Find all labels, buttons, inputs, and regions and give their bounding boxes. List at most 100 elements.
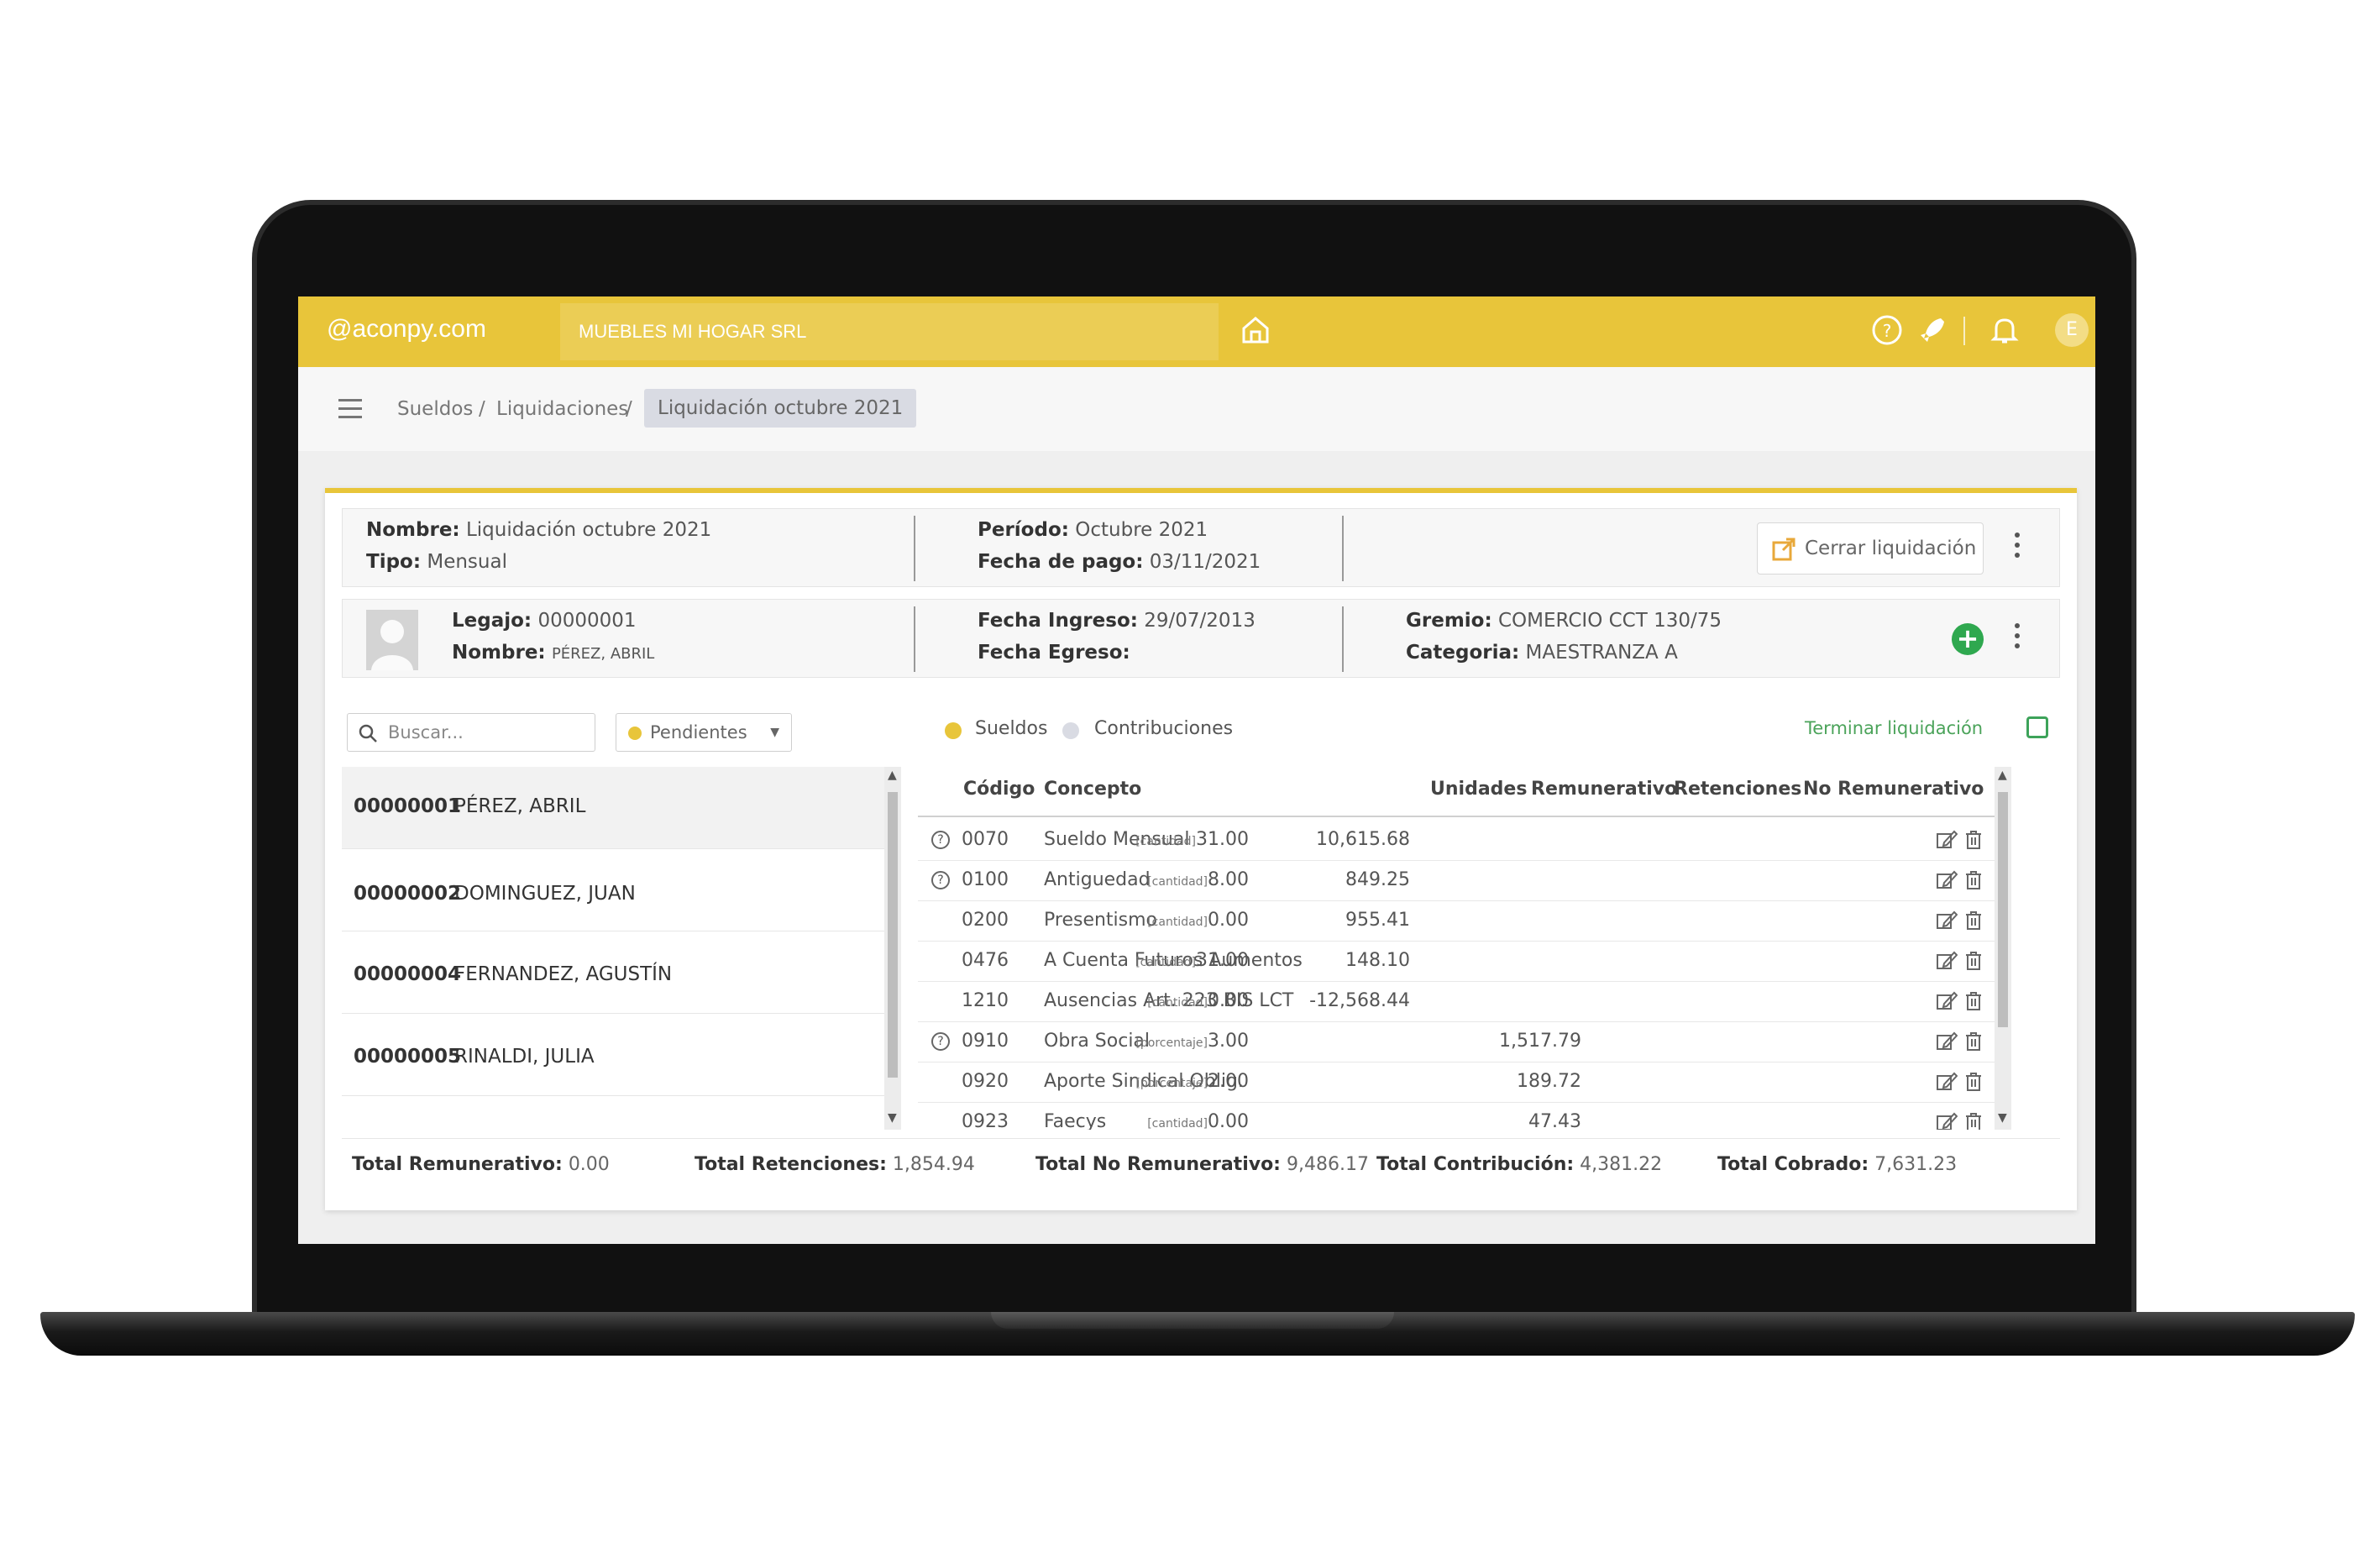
aconpy-logo[interactable]: @aconpy.com bbox=[327, 315, 486, 344]
trash-icon[interactable] bbox=[1963, 990, 1984, 1012]
concept-row[interactable]: 0200 Presentismo [cantidad]0.00 955.41 bbox=[918, 901, 2011, 942]
trash-icon[interactable] bbox=[1963, 1111, 1984, 1130]
concept-name: Antiguedad bbox=[1044, 869, 1151, 890]
employee-row[interactable]: 00000002 DOMINGUEZ, JUAN bbox=[342, 849, 901, 931]
help-icon[interactable]: ? bbox=[931, 831, 950, 849]
edit-icon[interactable] bbox=[1936, 990, 1958, 1012]
empleado-fecha-egreso: Fecha Egreso: bbox=[978, 642, 1130, 664]
concepts-table: Código Concepto Unidades Remunerativo Re… bbox=[918, 767, 2011, 1130]
edit-icon[interactable] bbox=[1936, 869, 1958, 891]
breadcrumb: Sueldos / Liquidaciones / Liquidación oc… bbox=[298, 367, 2095, 451]
units-value: 3.00 bbox=[1208, 1031, 1249, 1052]
liquidacion-tipo: Tipo: Mensual bbox=[366, 551, 507, 573]
scroll-down-icon[interactable]: ▼ bbox=[888, 1111, 897, 1125]
pending-dot-icon bbox=[628, 727, 642, 740]
terminar-liquidacion-label[interactable]: Terminar liquidación bbox=[1805, 718, 1983, 738]
concept-code: 0070 bbox=[962, 829, 1009, 850]
breadcrumb-liquidaciones[interactable]: Liquidaciones bbox=[496, 392, 628, 426]
trash-icon[interactable] bbox=[1963, 1031, 1984, 1052]
trash-icon[interactable] bbox=[1963, 829, 1984, 851]
laptop-notch bbox=[991, 1312, 1394, 1329]
breadcrumb-sueldos[interactable]: Sueldos bbox=[397, 392, 473, 426]
empleado-legajo: Legajo: 00000001 bbox=[452, 610, 637, 632]
add-concept-button[interactable]: + bbox=[1952, 623, 1984, 655]
units-value: 0.00 bbox=[1208, 990, 1249, 1011]
header-divider bbox=[918, 816, 2011, 817]
unit-type-tag: [cantidad] bbox=[1147, 875, 1208, 889]
employee-list: 00000001 PÉREZ, ABRIL 00000002 DOMINGUEZ… bbox=[342, 767, 901, 1130]
breadcrumb-separator: / bbox=[479, 398, 485, 420]
edit-icon[interactable] bbox=[1936, 950, 1958, 972]
units-value: 0.00 bbox=[1208, 910, 1249, 931]
concept-code: 0476 bbox=[962, 950, 1009, 971]
legend-sueldos[interactable]: Sueldos bbox=[975, 718, 1047, 739]
concept-row[interactable]: ? 0100 Antiguedad [cantidad]8.00 849.25 bbox=[918, 861, 2011, 901]
scroll-up-icon[interactable]: ▲ bbox=[888, 769, 897, 782]
edit-icon[interactable] bbox=[1936, 1111, 1958, 1130]
concept-retenciones: 1,517.79 bbox=[1499, 1031, 1581, 1052]
legend-contribuciones[interactable]: Contribuciones bbox=[1094, 718, 1233, 739]
total-contribucion: Total Contribución: 4,381.22 bbox=[1376, 1154, 1663, 1175]
help-icon[interactable]: ? bbox=[931, 871, 950, 889]
unit-type-tag: [porcentaje] bbox=[1135, 1077, 1208, 1090]
top-bar: @aconpy.com MUEBLES MI HOGAR SRL ? E bbox=[298, 296, 2095, 367]
employee-list-scrollbar[interactable]: ▲ ▼ bbox=[884, 767, 901, 1130]
concept-units: [cantidad]31.00 bbox=[1135, 829, 1249, 850]
search-input[interactable]: Buscar... bbox=[347, 713, 595, 752]
scroll-down-icon[interactable]: ▼ bbox=[1998, 1111, 2007, 1125]
concept-row[interactable]: 0920 Aporte Sindical Oblig. [porcentaje]2.… bbox=[918, 1062, 2011, 1103]
edit-icon[interactable] bbox=[1936, 910, 1958, 931]
cerrar-liquidacion-label: Cerrar liquidación bbox=[1805, 538, 1977, 559]
status-filter-select[interactable]: Pendientes ▼ bbox=[616, 713, 792, 752]
employee-name: DOMINGUEZ, JUAN bbox=[454, 883, 636, 905]
concept-code: 0200 bbox=[962, 910, 1009, 931]
employee-row[interactable]: 00000005 RINALDI, JULIA bbox=[342, 1014, 901, 1096]
scroll-up-icon[interactable]: ▲ bbox=[1998, 769, 2007, 782]
liquidacion-more-icon[interactable] bbox=[2010, 533, 2024, 566]
concept-code: 0100 bbox=[962, 869, 1009, 890]
col-codigo: Código bbox=[963, 779, 1035, 800]
empleado-gremio: Gremio: COMERCIO CCT 130/75 bbox=[1406, 610, 1722, 632]
bell-icon[interactable] bbox=[1986, 312, 2023, 349]
employee-row[interactable]: 00000004 FERNANDEZ, AGUSTÍN bbox=[342, 931, 901, 1014]
concept-row[interactable]: ? 0910 Obra Social [porcentaje]3.00 1,517.79 bbox=[918, 1022, 2011, 1062]
concept-row[interactable]: ? 0070 Sueldo Mensual [cantidad]31.00 10,615… bbox=[918, 821, 2011, 861]
user-avatar[interactable]: E bbox=[2055, 313, 2089, 347]
company-selector[interactable]: MUEBLES MI HOGAR SRL bbox=[560, 303, 1219, 360]
search-icon bbox=[359, 724, 377, 742]
col-concepto: Concepto bbox=[1044, 779, 1142, 800]
cerrar-liquidacion-button[interactable]: Cerrar liquidación bbox=[1757, 522, 1984, 575]
concept-name: Obra Social bbox=[1044, 1031, 1151, 1052]
search-placeholder: Buscar... bbox=[388, 722, 464, 742]
concept-row[interactable]: 1210 Ausencias Art. 223 BIS LCT [cantidad]… bbox=[918, 982, 2011, 1022]
units-value: 0.00 bbox=[1208, 1111, 1249, 1130]
concept-code: 0923 bbox=[962, 1111, 1009, 1130]
employee-name: FERNANDEZ, AGUSTÍN bbox=[454, 963, 673, 985]
liquidacion-nombre: Nombre: Liquidación octubre 2021 bbox=[366, 519, 712, 541]
trash-icon[interactable] bbox=[1963, 910, 1984, 931]
trash-icon[interactable] bbox=[1963, 869, 1984, 891]
rocket-icon[interactable] bbox=[1914, 312, 1951, 349]
concept-units: [cantidad]0.00 bbox=[1147, 990, 1249, 1011]
scrollbar-thumb[interactable] bbox=[1998, 792, 2008, 1027]
edit-icon[interactable] bbox=[1936, 829, 1958, 851]
concept-row[interactable]: 0476 A Cuenta Futuros Aumentos [cantidad]3… bbox=[918, 942, 2011, 982]
topbar-divider bbox=[1963, 317, 1965, 345]
home-icon[interactable] bbox=[1237, 312, 1274, 349]
edit-icon[interactable] bbox=[1936, 1031, 1958, 1052]
employee-name: PÉREZ, ABRIL bbox=[454, 795, 586, 817]
trash-icon[interactable] bbox=[1963, 1071, 1984, 1093]
edit-icon[interactable] bbox=[1936, 1071, 1958, 1093]
scrollbar-thumb[interactable] bbox=[888, 792, 898, 1078]
concept-row[interactable]: 0923 Faecys [cantidad]0.00 47.43 bbox=[918, 1103, 2011, 1130]
terminar-liquidacion-checkbox[interactable] bbox=[2026, 716, 2048, 738]
employee-row[interactable]: 00000001 PÉREZ, ABRIL bbox=[342, 767, 901, 849]
employee-photo-placeholder bbox=[366, 610, 418, 670]
empleado-more-icon[interactable] bbox=[2010, 623, 2024, 657]
table-scrollbar[interactable]: ▲ ▼ bbox=[1995, 767, 2011, 1130]
trash-icon[interactable] bbox=[1963, 950, 1984, 972]
help-icon[interactable]: ? bbox=[931, 1032, 950, 1051]
divider bbox=[1342, 516, 1344, 581]
menu-icon[interactable] bbox=[338, 399, 362, 419]
help-icon[interactable]: ? bbox=[1869, 312, 1906, 349]
